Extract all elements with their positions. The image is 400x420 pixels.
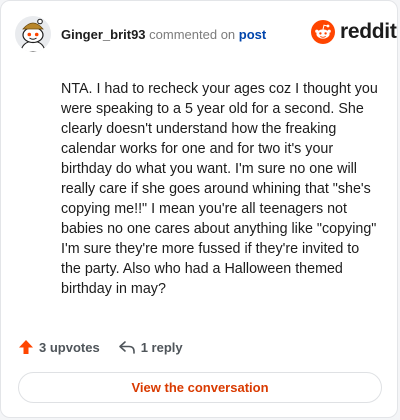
action-text: commented on: [149, 27, 236, 42]
upvote-count: 3 upvotes: [39, 339, 100, 355]
comment-actions: 3 upvotes 1 reply: [18, 339, 183, 355]
comment-header: Ginger_brit93 commented on post: [61, 27, 266, 43]
post-link[interactable]: post: [239, 27, 266, 42]
reddit-wordmark: reddit: [340, 20, 397, 43]
upvote-arrow-icon: [19, 340, 33, 354]
comment-card: Ginger_brit93 commented on post reddit N…: [0, 0, 398, 418]
reddit-snoo-icon: [311, 20, 335, 44]
reply-count: 1 reply: [140, 339, 183, 355]
reply-button[interactable]: 1 reply: [118, 339, 183, 355]
upvote-button[interactable]: 3 upvotes: [18, 339, 100, 355]
view-conversation-button[interactable]: View the conversation: [18, 372, 382, 403]
reddit-logo[interactable]: reddit: [311, 20, 397, 44]
comment-body: NTA. I had to recheck your ages coz I th…: [61, 81, 378, 297]
view-conversation-label: View the conversation: [131, 380, 269, 395]
reply-arrow-icon: [118, 341, 135, 354]
avatar[interactable]: [15, 16, 51, 52]
snoo-avatar-icon: [15, 16, 51, 52]
username[interactable]: Ginger_brit93: [61, 27, 146, 42]
